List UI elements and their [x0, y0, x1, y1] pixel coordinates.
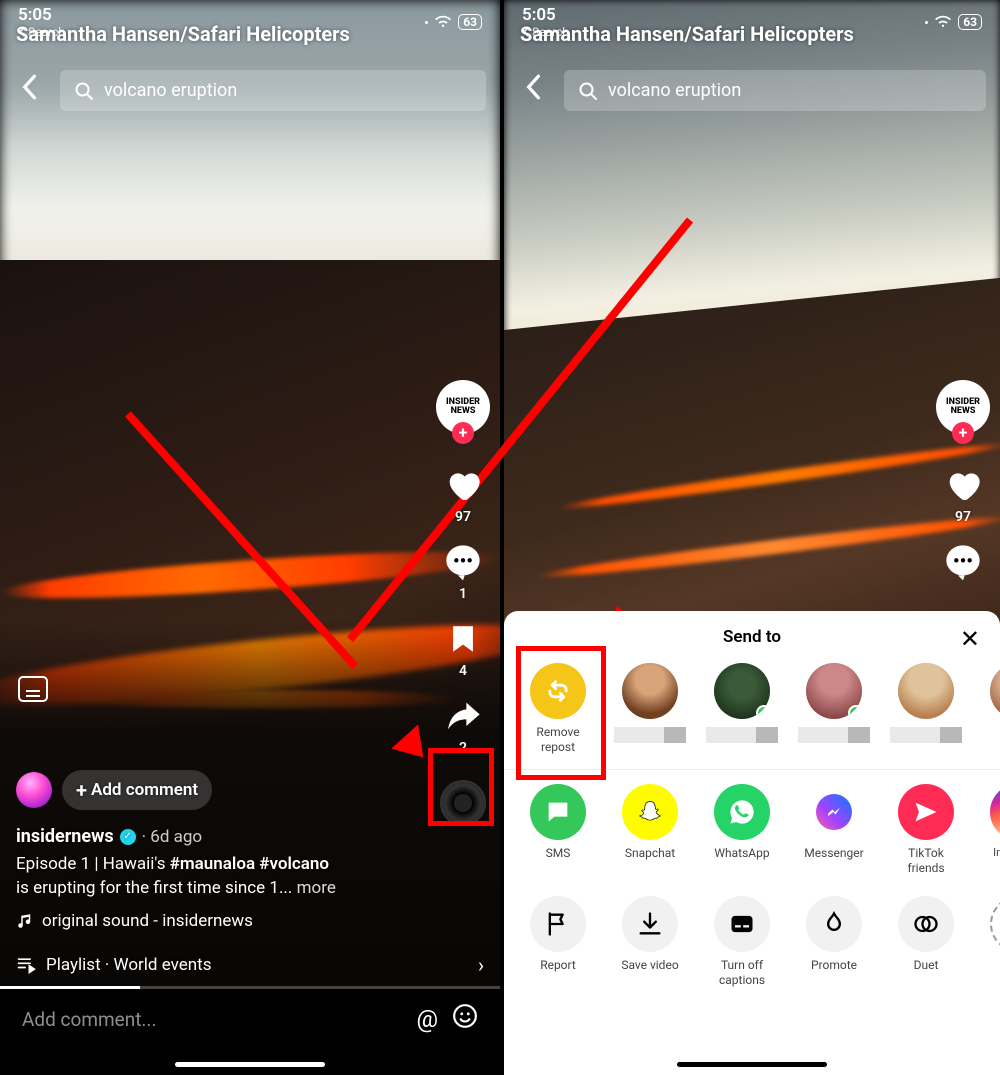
share-whatsapp-button[interactable]: WhatsApp	[706, 784, 778, 876]
back-button[interactable]	[14, 74, 44, 107]
captions-off-icon	[714, 896, 770, 952]
bookmark-icon	[442, 618, 484, 660]
stitch-button[interactable]: Stitch	[982, 896, 1000, 988]
follow-plus-icon[interactable]: +	[452, 422, 474, 444]
whatsapp-icon	[714, 784, 770, 840]
comment-button[interactable]: 1	[442, 541, 484, 602]
report-button[interactable]: Report	[522, 896, 594, 988]
sound-row[interactable]: original sound - insidernews	[16, 911, 410, 931]
top-nav: volcano eruption	[14, 70, 486, 111]
share-button[interactable]: 2	[442, 695, 484, 756]
status-back-search[interactable]: Search	[18, 26, 65, 38]
friend-avatar[interactable]	[706, 663, 778, 755]
like-count: 97	[455, 509, 471, 525]
duet-button[interactable]: Duet	[890, 896, 962, 988]
status-time: 5:05	[522, 7, 556, 24]
share-title: Send to	[723, 627, 781, 647]
comment-icon	[442, 541, 484, 583]
annotation-highlight-share	[428, 748, 494, 826]
wifi-icon	[434, 15, 452, 29]
home-indicator[interactable]	[175, 1062, 325, 1067]
right-screenshot: Samantha Hansen/Safari Helicopters 5:05 …	[500, 0, 1000, 1075]
share-tiktok-friends-button[interactable]: TikTok friends	[890, 784, 962, 876]
share-actions-row: Report Save video Turn off captions Prom…	[504, 890, 1000, 1002]
share-apps-row: SMS Snapchat WhatsApp Messenger	[504, 784, 1000, 890]
download-icon	[622, 896, 678, 952]
turn-off-captions-button[interactable]: Turn off captions	[706, 896, 778, 988]
creator-avatar[interactable]: INSIDER NEWS +	[436, 380, 490, 434]
playlist-icon	[16, 955, 36, 975]
battery-icon: 63	[958, 14, 982, 30]
video-info: +Add comment insidernews ✓ · 6d ago Epis…	[16, 770, 410, 945]
left-screenshot: Samantha Hansen/Safari Helicopters 5:05 …	[0, 0, 500, 1075]
add-comment-pill[interactable]: +Add comment	[62, 770, 212, 810]
messenger-icon	[806, 784, 862, 840]
share-messenger-button[interactable]: Messenger	[798, 784, 870, 876]
sms-icon	[530, 784, 586, 840]
username[interactable]: insidernews	[16, 826, 114, 847]
share-snapchat-button[interactable]: Snapchat	[614, 784, 686, 876]
share-sms-button[interactable]: SMS	[522, 784, 594, 876]
friend-avatar[interactable]	[614, 663, 686, 755]
commenter-avatar[interactable]	[16, 772, 52, 808]
search-icon	[74, 81, 94, 101]
annotation-highlight-repost	[516, 646, 606, 780]
signal-icon	[425, 21, 428, 24]
duet-icon	[898, 896, 954, 952]
comment-count: 1	[459, 586, 467, 602]
home-indicator[interactable]	[677, 1062, 827, 1067]
video-description[interactable]: Episode 1 | Hawaii's #maunaloa #volcano …	[16, 853, 410, 901]
status-bar: 5:05 Search 63	[0, 0, 500, 44]
music-note-icon	[16, 912, 34, 930]
share-icon	[442, 695, 484, 737]
save-button[interactable]: 4	[442, 618, 484, 679]
comment-icon	[942, 541, 984, 583]
promote-button[interactable]: Promote	[798, 896, 870, 988]
promote-icon	[806, 896, 862, 952]
like-button[interactable]: 97	[942, 464, 984, 525]
friend-avatar[interactable]	[798, 663, 870, 755]
comment-input[interactable]: Add comment...	[22, 1008, 402, 1031]
battery-icon: 63	[458, 14, 482, 30]
status-time: 5:05	[18, 7, 52, 24]
playlist-row[interactable]: Playlist · World events ›	[16, 953, 484, 977]
report-icon	[530, 896, 586, 952]
share-instagram-button[interactable]: Instagram Direct	[982, 784, 1000, 876]
status-bar: 5:05 Search 63	[504, 0, 1000, 44]
post-time: 6d ago	[150, 827, 202, 847]
captions-icon[interactable]	[18, 676, 48, 702]
instagram-icon	[990, 784, 1000, 840]
follow-plus-icon[interactable]: +	[952, 422, 974, 444]
more-link[interactable]: more	[297, 878, 336, 898]
save-count: 4	[459, 663, 467, 679]
search-icon	[578, 81, 598, 101]
heart-icon	[442, 464, 484, 506]
verified-badge-icon: ✓	[120, 829, 136, 845]
mention-icon[interactable]: @	[416, 1005, 438, 1033]
stitch-icon	[990, 896, 1000, 952]
search-bar[interactable]: volcano eruption	[564, 70, 986, 111]
right-action-rail: INSIDER NEWS + 97	[936, 380, 990, 583]
comment-button[interactable]	[942, 541, 984, 583]
like-count: 97	[955, 509, 971, 525]
friend-avatar[interactable]	[982, 663, 1000, 755]
search-text: volcano eruption	[104, 80, 237, 101]
status-back-search[interactable]: Search	[522, 26, 569, 38]
like-button[interactable]: 97	[442, 464, 484, 525]
heart-icon	[942, 464, 984, 506]
close-icon[interactable]: ✕	[960, 625, 980, 653]
search-bar[interactable]: volcano eruption	[60, 70, 486, 111]
signal-icon	[925, 21, 928, 24]
save-video-button[interactable]: Save video	[614, 896, 686, 988]
snapchat-icon	[622, 784, 678, 840]
emoji-icon[interactable]	[452, 1003, 478, 1035]
chevron-right-icon: ›	[478, 953, 484, 977]
wifi-icon	[934, 15, 952, 29]
tiktok-friends-icon	[898, 784, 954, 840]
friend-avatar[interactable]	[890, 663, 962, 755]
creator-avatar[interactable]: INSIDER NEWS +	[936, 380, 990, 434]
back-button[interactable]	[518, 74, 548, 107]
search-text: volcano eruption	[608, 80, 741, 101]
top-nav: volcano eruption	[518, 70, 986, 111]
